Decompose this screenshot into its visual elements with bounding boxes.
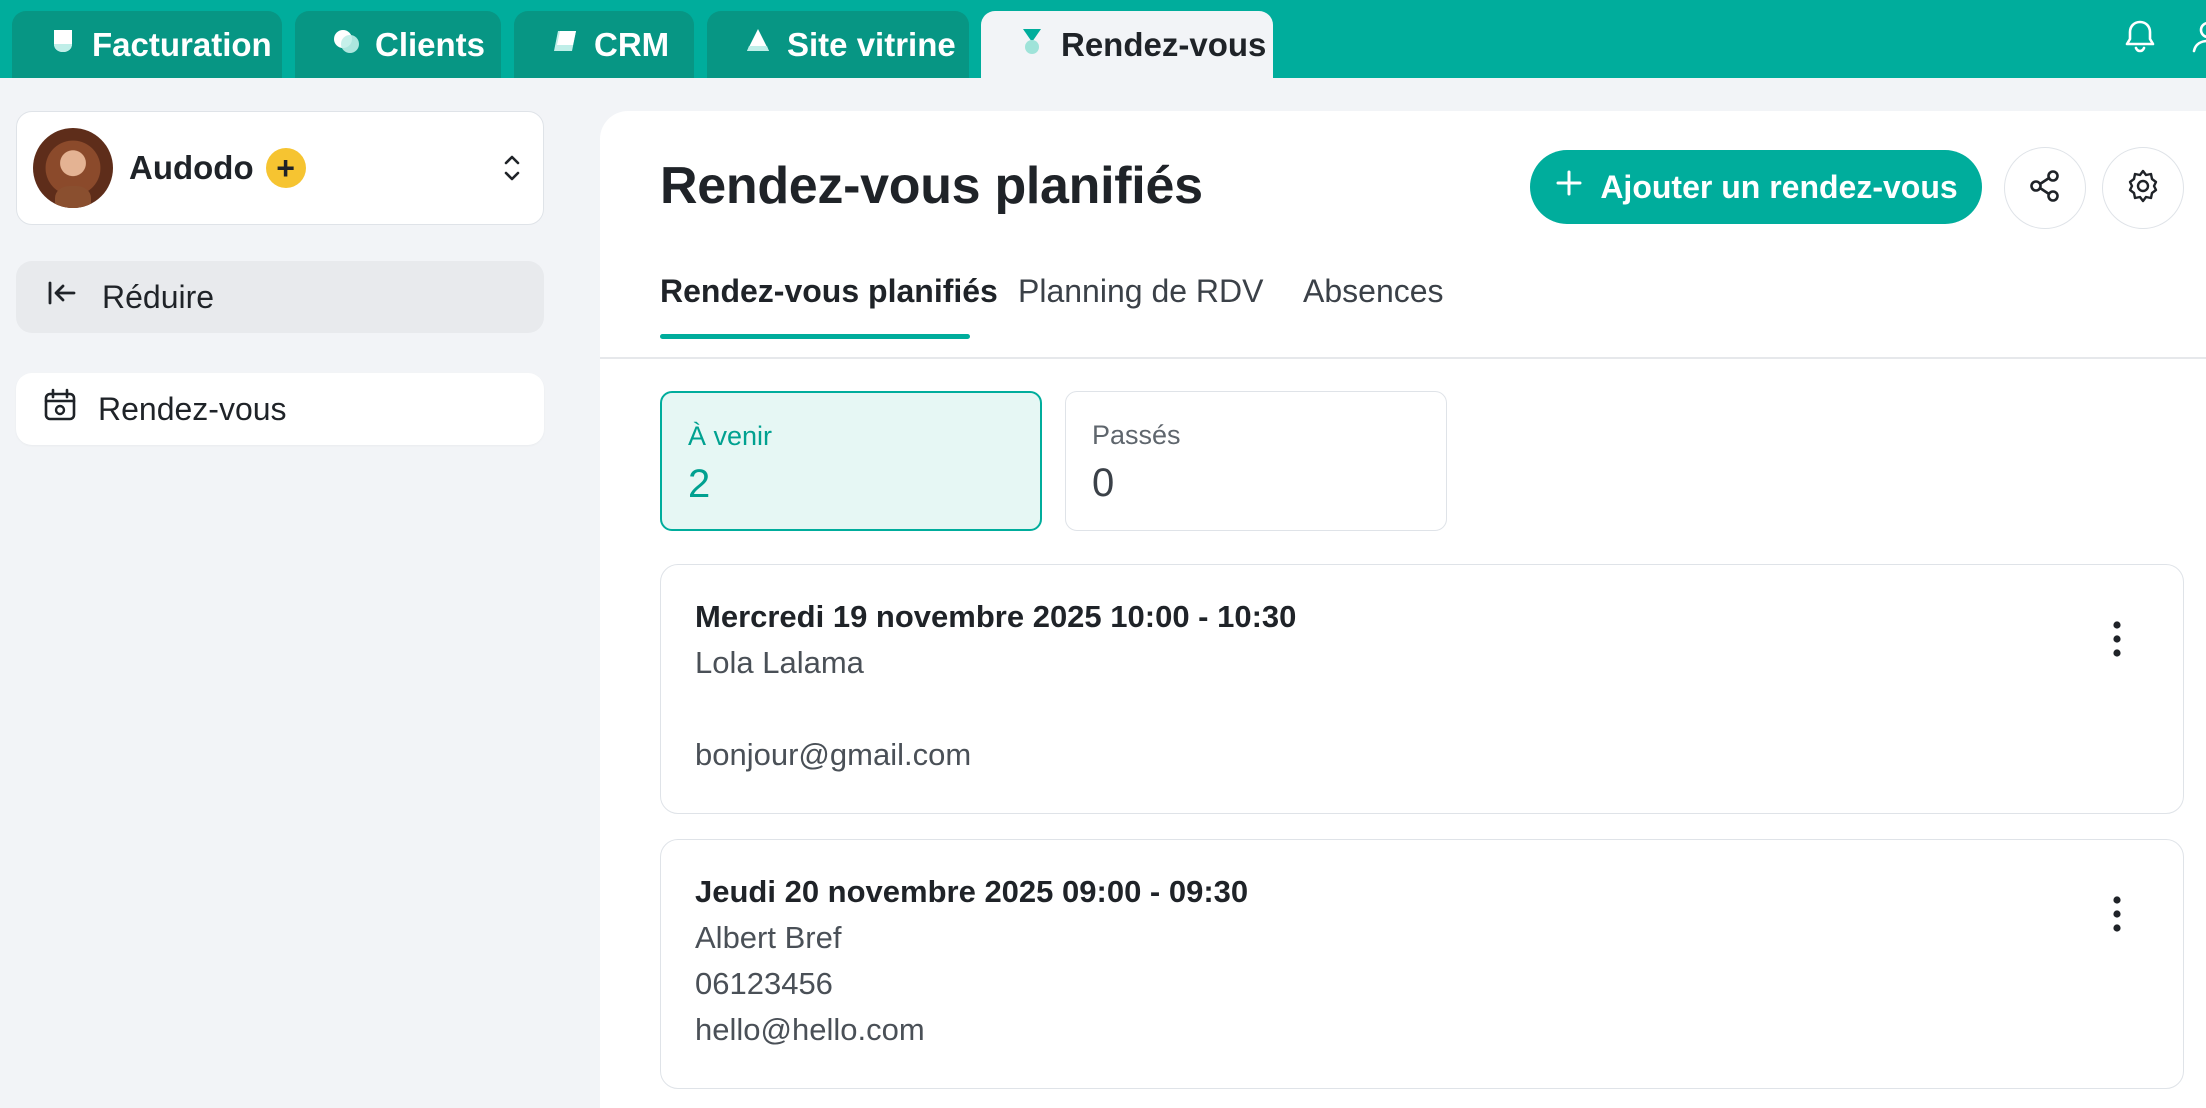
avatar [33, 128, 113, 208]
more-options-icon[interactable] [2109, 619, 2125, 659]
collapse-icon [44, 275, 80, 319]
app-tab-facturation[interactable]: Facturation [12, 11, 282, 78]
collapse-sidebar-button[interactable]: Réduire [16, 261, 544, 333]
app-tab-site-vitrine[interactable]: Site vitrine [707, 11, 969, 78]
gear-icon [2125, 168, 2161, 209]
appointment-client-name: Albert Bref [695, 920, 842, 955]
app-tab-label: Rendez-vous [1061, 25, 1267, 63]
sidebar-item-rendez-vous[interactable]: Rendez-vous [16, 373, 544, 445]
add-appointment-label: Ajouter un rendez-vous [1600, 168, 1958, 205]
tab-label: Absences [1303, 273, 1444, 309]
chevron-up-down-icon [497, 150, 527, 186]
app-top-bar: Facturation Clients CRM Site vitrine Ren… [0, 0, 2206, 78]
add-appointment-button[interactable]: Ajouter un rendez-vous [1530, 150, 1982, 224]
account-name: Audodo [129, 149, 254, 186]
stat-label: À venir [688, 421, 773, 451]
more-options-icon[interactable] [2109, 894, 2125, 934]
app-tab-label: CRM [594, 25, 670, 63]
appointment-datetime: Mercredi 19 novembre 2025 10:00 - 10:30 [695, 599, 1297, 634]
account-switcher[interactable]: Audodo + [16, 111, 544, 225]
appointment-phone: 06123456 [695, 966, 833, 1001]
user-icon[interactable] [2188, 16, 2206, 56]
stat-value: 2 [688, 462, 711, 506]
tab-label: Planning de RDV [1018, 273, 1264, 309]
share-button[interactable] [2004, 147, 2086, 229]
sidebar-item-label: Rendez-vous [98, 390, 287, 427]
bell-icon[interactable] [2120, 16, 2160, 56]
stat-past[interactable]: Passés 0 [1065, 391, 1447, 531]
app-tab-label: Clients [375, 25, 486, 63]
share-icon [2027, 168, 2063, 209]
app-tab-label: Site vitrine [787, 25, 956, 63]
appointment-card[interactable]: Jeudi 20 novembre 2025 09:00 - 09:30 Alb… [660, 839, 2184, 1089]
tab-active-underline [660, 334, 970, 339]
app-tab-rendez-vous[interactable]: Rendez-vous [981, 11, 1273, 78]
appointment-email: bonjour@gmail.com [695, 737, 972, 772]
invoice-icon [48, 26, 78, 64]
site-icon [743, 26, 773, 64]
appointment-card[interactable]: Mercredi 19 novembre 2025 10:00 - 10:30 … [660, 564, 2184, 814]
stat-label: Passés [1092, 420, 1181, 450]
app-tab-clients[interactable]: Clients [295, 11, 501, 78]
appointment-email: hello@hello.com [695, 1012, 925, 1047]
tab-rendez-vous-planifies[interactable]: Rendez-vous planifiés [660, 273, 998, 339]
tab-planning-de-rdv[interactable]: Planning de RDV [1018, 273, 1263, 339]
crm-icon [550, 26, 580, 64]
plus-icon [1554, 168, 1584, 206]
appointment-client-name: Lola Lalama [695, 645, 864, 680]
collapse-label: Réduire [102, 278, 215, 315]
clients-icon [331, 26, 361, 64]
hourglass-icon [1017, 26, 1047, 64]
tabs-divider [600, 357, 2206, 359]
tab-absences[interactable]: Absences [1303, 273, 1444, 339]
settings-button[interactable] [2102, 147, 2184, 229]
calendar-icon [42, 387, 78, 431]
stat-value: 0 [1092, 461, 1115, 505]
premium-badge: + [265, 148, 306, 188]
main-panel: Rendez-vous planifiés Ajouter un rendez-… [600, 111, 2206, 1108]
stat-upcoming[interactable]: À venir 2 [660, 391, 1042, 531]
app-tab-label: Facturation [92, 25, 272, 63]
page-title: Rendez-vous planifiés [660, 157, 1203, 215]
appointment-datetime: Jeudi 20 novembre 2025 09:00 - 09:30 [695, 874, 1249, 909]
app-tab-crm[interactable]: CRM [514, 11, 694, 78]
tab-label: Rendez-vous planifiés [660, 273, 998, 309]
appointment-phone [695, 691, 2149, 727]
